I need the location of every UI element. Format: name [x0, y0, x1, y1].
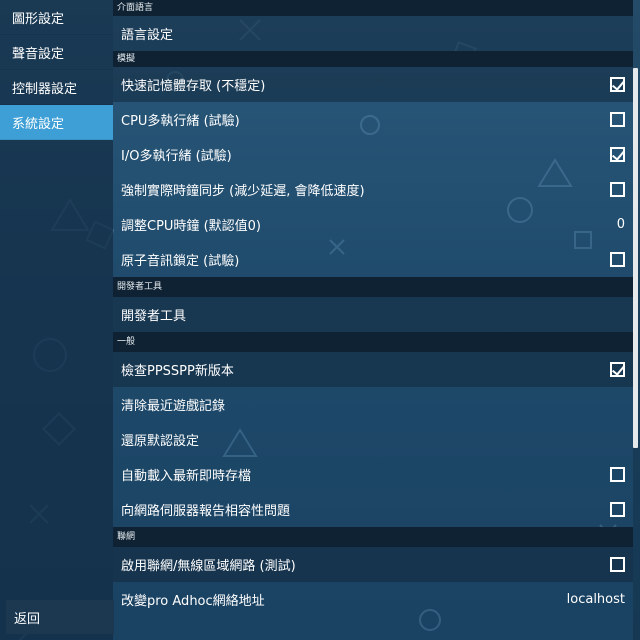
- cpu-clock-row[interactable]: 調整CPU時鐘 (默認值0) 0: [113, 207, 633, 242]
- cpu-multithread-label: CPU多執行緒 (試驗): [121, 114, 240, 129]
- restore-defaults-label: 還原默認設定: [121, 434, 200, 449]
- sidebar: 圖形設定 聲音設定 控制器設定 系統設定 返回: [0, 0, 114, 640]
- cpu-multithread-checkbox[interactable]: [610, 112, 625, 127]
- back-button[interactable]: 返回: [6, 600, 114, 634]
- enable-networking-checkbox[interactable]: [610, 557, 625, 572]
- fast-memory-row[interactable]: 快速記憶體存取 (不穩定): [113, 67, 633, 102]
- atomic-audio-locks-label: 原子音訊鎖定 (試驗): [121, 254, 240, 269]
- auto-load-savestate-row[interactable]: 自動載入最新即時存檔: [113, 457, 633, 492]
- language-settings-item[interactable]: 語言設定: [113, 16, 633, 51]
- io-multithread-checkbox[interactable]: [610, 147, 625, 162]
- clear-recent-item[interactable]: 清除最近遊戲記錄: [113, 387, 633, 422]
- auto-load-savestate-checkbox[interactable]: [610, 467, 625, 482]
- report-compat-label: 向網路伺服器報告相容性問題: [121, 504, 291, 519]
- report-compat-checkbox[interactable]: [610, 502, 625, 517]
- enable-networking-label: 啟用聯網/無線區域網路 (測試): [121, 559, 296, 574]
- io-multithread-label: I/O多執行緒 (試驗): [121, 149, 232, 164]
- sidebar-item-audio[interactable]: 聲音設定: [0, 35, 113, 70]
- scrollbar-thumb[interactable]: [633, 68, 638, 448]
- fast-memory-checkbox[interactable]: [610, 77, 625, 92]
- fast-memory-label: 快速記憶體存取 (不穩定): [121, 79, 266, 94]
- cpu-clock-value: 0: [616, 217, 625, 232]
- section-header-networking: 聯網: [113, 527, 633, 547]
- atomic-audio-locks-row[interactable]: 原子音訊鎖定 (試驗): [113, 242, 633, 277]
- force-realtime-clock-label: 強制實際時鐘同步 (減少延遲, 會降低速度): [121, 184, 365, 199]
- clear-recent-label: 清除最近遊戲記錄: [121, 399, 226, 414]
- settings-list[interactable]: 介面語言 語言設定 模擬 快速記憶體存取 (不穩定) CPU多執行緒 (試驗) …: [113, 0, 633, 640]
- force-realtime-clock-checkbox[interactable]: [610, 182, 625, 197]
- section-header-general: 一般: [113, 332, 633, 352]
- section-header-ui-language: 介面語言: [113, 0, 633, 16]
- pro-adhoc-address-value: localhost: [566, 592, 625, 607]
- cpu-multithread-row[interactable]: CPU多執行緒 (試驗): [113, 102, 633, 137]
- language-settings-label: 語言設定: [121, 28, 174, 43]
- sidebar-item-graphics[interactable]: 圖形設定: [0, 0, 113, 35]
- pro-adhoc-address-label: 改變pro Adhoc網絡地址: [121, 594, 265, 609]
- check-new-version-checkbox[interactable]: [610, 362, 625, 377]
- atomic-audio-locks-checkbox[interactable]: [610, 252, 625, 267]
- pro-adhoc-address-row[interactable]: 改變pro Adhoc網絡地址 localhost: [113, 582, 633, 617]
- sidebar-item-system[interactable]: 系統設定: [0, 105, 113, 140]
- force-realtime-clock-row[interactable]: 強制實際時鐘同步 (減少延遲, 會降低速度): [113, 172, 633, 207]
- io-multithread-row[interactable]: I/O多執行緒 (試驗): [113, 137, 633, 172]
- developer-tools-label: 開發者工具: [121, 309, 187, 324]
- developer-tools-item[interactable]: 開發者工具: [113, 297, 633, 332]
- check-new-version-label: 檢查PPSSPP新版本: [121, 364, 234, 379]
- sidebar-item-controls[interactable]: 控制器設定: [0, 70, 113, 105]
- enable-networking-row[interactable]: 啟用聯網/無線區域網路 (測試): [113, 547, 633, 582]
- section-header-emulation: 模擬: [113, 51, 633, 67]
- section-header-developer-tools: 開發者工具: [113, 277, 633, 297]
- report-compat-row[interactable]: 向網路伺服器報告相容性問題: [113, 492, 633, 527]
- auto-load-savestate-label: 自動載入最新即時存檔: [121, 469, 252, 484]
- restore-defaults-item[interactable]: 還原默認設定: [113, 422, 633, 457]
- check-new-version-row[interactable]: 檢查PPSSPP新版本: [113, 352, 633, 387]
- cpu-clock-label: 調整CPU時鐘 (默認值0): [121, 219, 261, 234]
